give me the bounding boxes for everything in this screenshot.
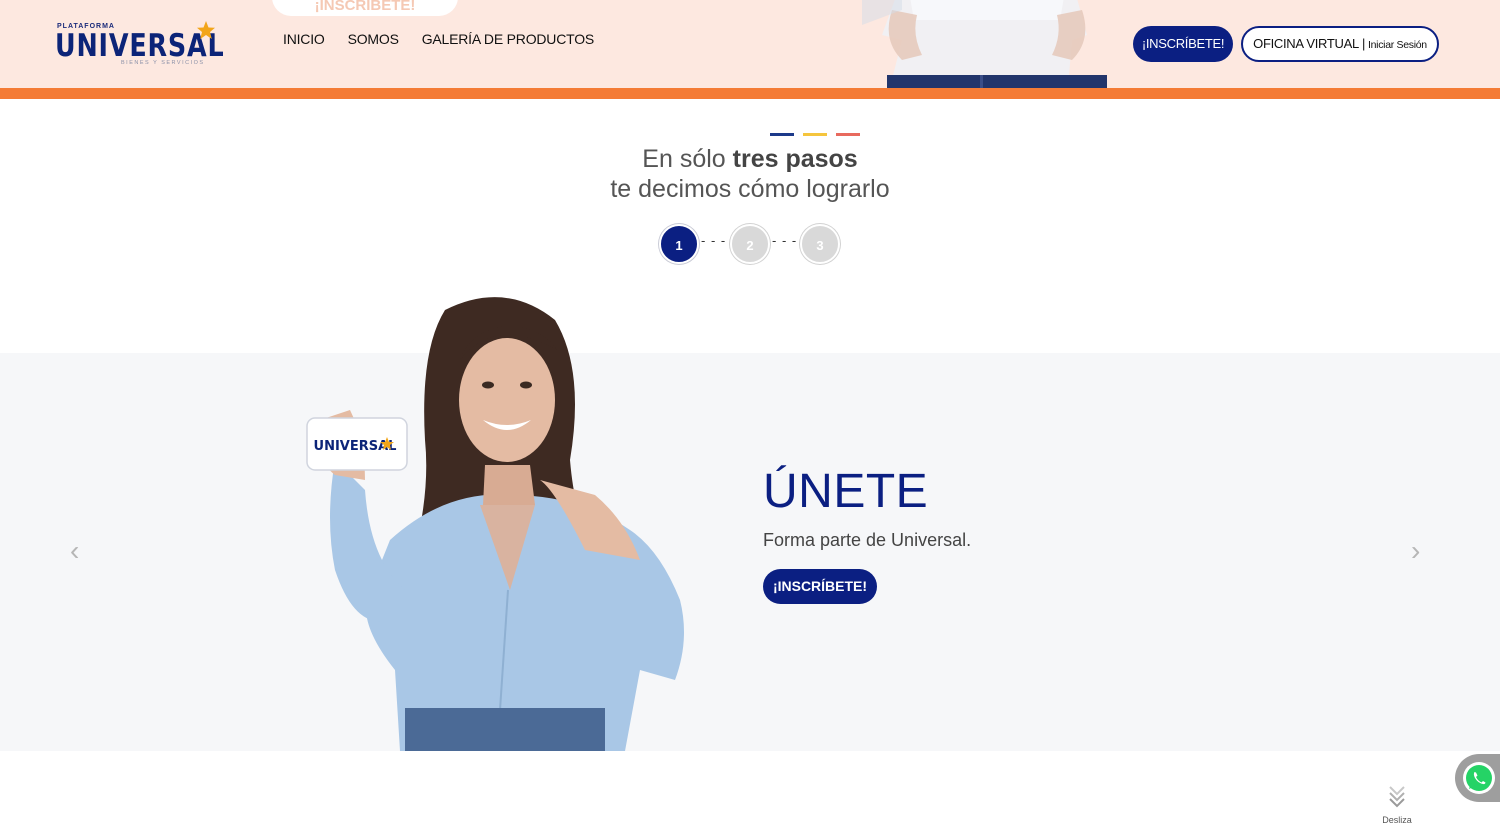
header-join-button[interactable]: ¡INSCRÍBETE! bbox=[1133, 26, 1233, 62]
divider-dash-red bbox=[836, 133, 860, 136]
chevron-double-down-icon bbox=[1389, 786, 1405, 808]
step-3-button[interactable]: 3 bbox=[800, 224, 840, 264]
office-button-main-label: OFICINA VIRTUAL bbox=[1253, 36, 1359, 51]
slide-subtitle: Forma parte de Universal. bbox=[763, 530, 972, 550]
office-button-login-label: Iniciar Sesión bbox=[1368, 39, 1427, 51]
steps-heading: En sólo tres pasos te decimos cómo logra… bbox=[0, 144, 1500, 204]
nav-item-inicio[interactable]: INICIO bbox=[283, 31, 325, 47]
carousel-prev-button[interactable]: ‹ bbox=[70, 535, 79, 567]
divider-dash-blue bbox=[770, 133, 794, 136]
step-2-button[interactable]: 2 bbox=[730, 224, 770, 264]
slide-title: ÚNETE bbox=[763, 465, 929, 518]
steps-heading-prefix: En sólo bbox=[642, 145, 726, 173]
step-connector-2: - - - bbox=[772, 233, 798, 248]
header: ¡INSCRÍBETE! PLATAFORMA UNIVERSAL BIENES… bbox=[0, 0, 1500, 99]
office-button-separator: | bbox=[1361, 36, 1366, 51]
nav-item-galeria[interactable]: GALERÍA DE PRODUCTOS bbox=[422, 31, 595, 47]
divider-dash-yellow bbox=[803, 133, 827, 136]
steps-heading-line2: te decimos cómo lograrlo bbox=[610, 175, 890, 203]
whatsapp-icon bbox=[1463, 762, 1495, 794]
section-divider-dashes bbox=[770, 133, 860, 136]
scroll-hint-label: Desliza bbox=[1382, 815, 1412, 825]
carousel bbox=[0, 353, 1500, 751]
star-icon bbox=[197, 21, 215, 39]
virtual-office-login-button[interactable]: OFICINA VIRTUAL | Iniciar Sesión bbox=[1241, 26, 1439, 62]
nav-item-somos[interactable]: SOMOS bbox=[348, 31, 399, 47]
steps-heading-bold: tres pasos bbox=[732, 145, 858, 173]
step-connector-1: - - - bbox=[701, 233, 727, 248]
step-1-button[interactable]: 1 bbox=[659, 224, 699, 264]
woman-holding-card-image: UNIVERSAL bbox=[306, 297, 684, 751]
header-accent-stripe bbox=[0, 88, 1500, 99]
page: ¡INSCRÍBETE! PLATAFORMA UNIVERSAL BIENES… bbox=[0, 0, 1500, 830]
brand-logo[interactable]: PLATAFORMA UNIVERSAL BIENES Y SERVICIOS bbox=[55, 20, 224, 70]
logo-sub-text: BIENES Y SERVICIOS bbox=[121, 60, 205, 66]
main-nav: INICIO SOMOS GALERÍA DE PRODUCTOS bbox=[283, 31, 617, 47]
hero-person-image bbox=[862, 0, 1107, 99]
whatsapp-button[interactable] bbox=[1455, 754, 1500, 802]
carousel-next-button[interactable]: › bbox=[1411, 535, 1420, 567]
faded-hero-join-button: ¡INSCRÍBETE! bbox=[272, 0, 458, 16]
slide-join-button[interactable]: ¡INSCRÍBETE! bbox=[763, 569, 877, 604]
scroll-hint[interactable]: Desliza bbox=[1378, 784, 1416, 825]
